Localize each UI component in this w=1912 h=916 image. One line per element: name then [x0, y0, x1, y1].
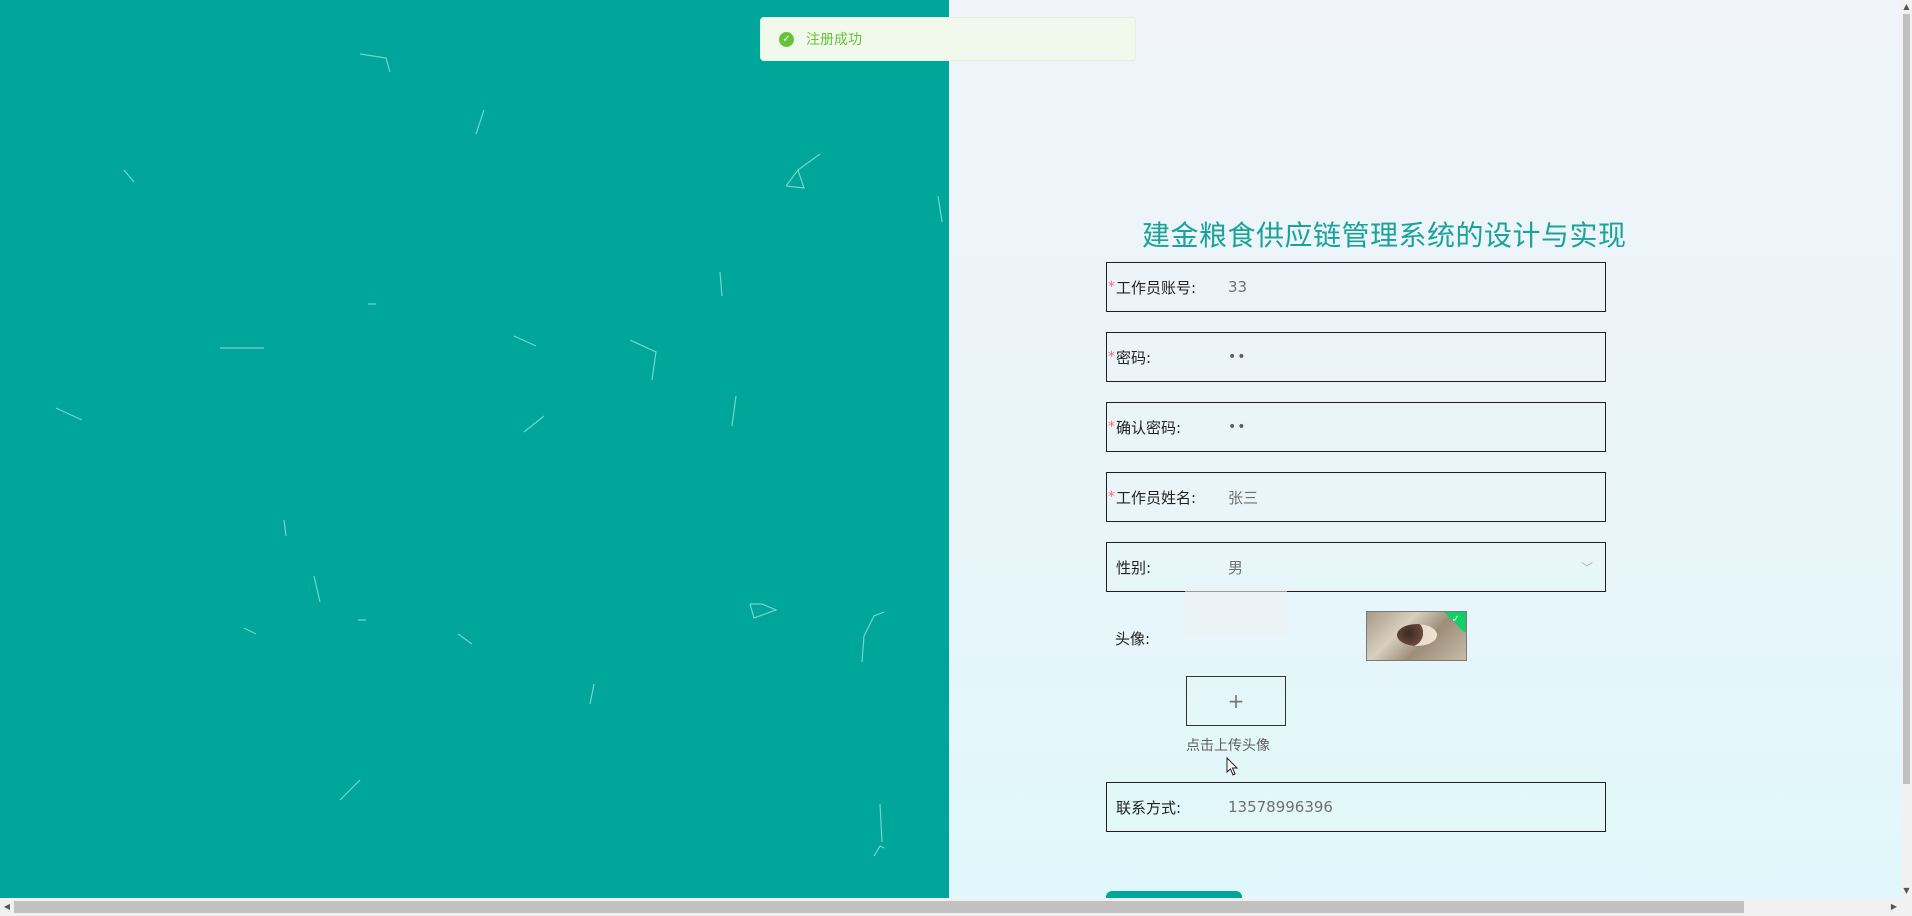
avatar-image	[1397, 624, 1437, 646]
plus-icon: +	[1227, 689, 1245, 713]
confirm-password-input[interactable]: ••	[1228, 419, 1247, 435]
account-label: 工作员账号:	[1116, 278, 1197, 297]
mouse-cursor-icon	[1226, 757, 1238, 776]
account-input[interactable]: 33	[1228, 278, 1247, 296]
gender-value[interactable]: 男	[1228, 557, 1243, 578]
particle-decoration	[55, 53, 943, 857]
required-mark: *	[1108, 419, 1115, 435]
confirm-password-label: 确认密码:	[1116, 418, 1182, 437]
gender-label: 性别:	[1116, 558, 1152, 577]
password-label: 密码:	[1116, 348, 1152, 367]
upload-tip: 点击上传头像	[1186, 738, 1270, 754]
success-toast: ✓ 注册成功	[760, 17, 1136, 61]
avatar-label: 头像:	[1115, 630, 1151, 648]
chevron-down-icon[interactable]: ﹀	[1581, 559, 1593, 576]
scroll-up-icon[interactable]: ▲	[1901, 0, 1912, 14]
phone-label: 联系方式:	[1116, 798, 1182, 817]
name-label: 工作员姓名:	[1116, 488, 1197, 507]
vertical-scroll-thumb[interactable]	[1903, 14, 1910, 784]
name-field[interactable]: * 工作员姓名: 张三	[1106, 472, 1606, 522]
required-mark: *	[1108, 349, 1115, 365]
horizontal-scroll-thumb[interactable]	[14, 901, 1744, 913]
required-mark: *	[1108, 279, 1115, 295]
required-mark: *	[1108, 489, 1115, 505]
horizontal-scrollbar[interactable]: ◀ ▶	[0, 898, 1912, 916]
scroll-right-icon[interactable]: ▶	[1887, 898, 1901, 916]
name-input[interactable]: 张三	[1228, 487, 1258, 508]
account-field[interactable]: * 工作员账号: 33	[1106, 262, 1606, 312]
phone-field[interactable]: 联系方式: 13578996396	[1106, 782, 1606, 832]
gender-select[interactable]: 性别: 男 ﹀	[1106, 542, 1606, 592]
check-icon: ✓	[1451, 614, 1460, 625]
upload-preview-ghost	[1185, 586, 1287, 636]
background-panel	[0, 0, 949, 898]
password-field[interactable]: * 密码: ••	[1106, 332, 1606, 382]
toast-message: 注册成功	[806, 32, 862, 48]
phone-input[interactable]: 13578996396	[1228, 798, 1333, 816]
avatar-thumbnail[interactable]: ✓	[1366, 611, 1467, 661]
confirm-password-field[interactable]: * 确认密码: ••	[1106, 402, 1606, 452]
page-title: 建金粮食供应链管理系统的设计与实现	[1142, 219, 1627, 252]
password-input[interactable]: ••	[1228, 349, 1247, 365]
scroll-left-icon[interactable]: ◀	[0, 898, 14, 916]
check-circle-icon: ✓	[779, 31, 794, 47]
avatar-upload-button[interactable]: +	[1186, 676, 1286, 726]
scroll-down-icon[interactable]: ▼	[1901, 884, 1912, 898]
vertical-scrollbar[interactable]: ▲ ▼	[1901, 0, 1912, 898]
